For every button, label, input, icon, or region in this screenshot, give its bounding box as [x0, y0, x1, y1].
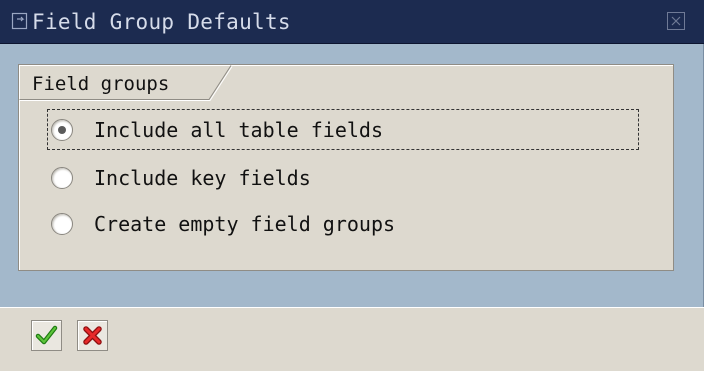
radio-button-selected[interactable] [51, 119, 73, 141]
close-icon[interactable] [666, 11, 686, 31]
option-include-key-fields[interactable]: Include key fields [51, 163, 311, 193]
group-title: Field groups [32, 73, 170, 95]
option-create-empty-field-groups[interactable]: Create empty field groups [51, 209, 395, 239]
cross-icon [83, 326, 102, 345]
option-label[interactable]: Include all table fields [94, 117, 383, 143]
dialog-window: Field Group Defaults Field groups Includ… [0, 0, 704, 371]
field-groups-box: Field groups Include all table fields In… [18, 64, 674, 271]
radio-button[interactable] [51, 213, 73, 235]
option-include-all-table-fields[interactable]: Include all table fields [51, 115, 383, 145]
radio-button[interactable] [51, 167, 73, 189]
window-icon [11, 12, 28, 30]
option-label[interactable]: Include key fields [94, 165, 311, 191]
confirm-button[interactable] [31, 320, 62, 351]
window-title: Field Group Defaults [32, 10, 291, 34]
option-label[interactable]: Create empty field groups [94, 211, 395, 237]
title-bar[interactable]: Field Group Defaults [0, 0, 704, 44]
checkmark-icon [35, 325, 58, 345]
cancel-button[interactable] [77, 320, 108, 351]
button-bar [0, 307, 704, 371]
